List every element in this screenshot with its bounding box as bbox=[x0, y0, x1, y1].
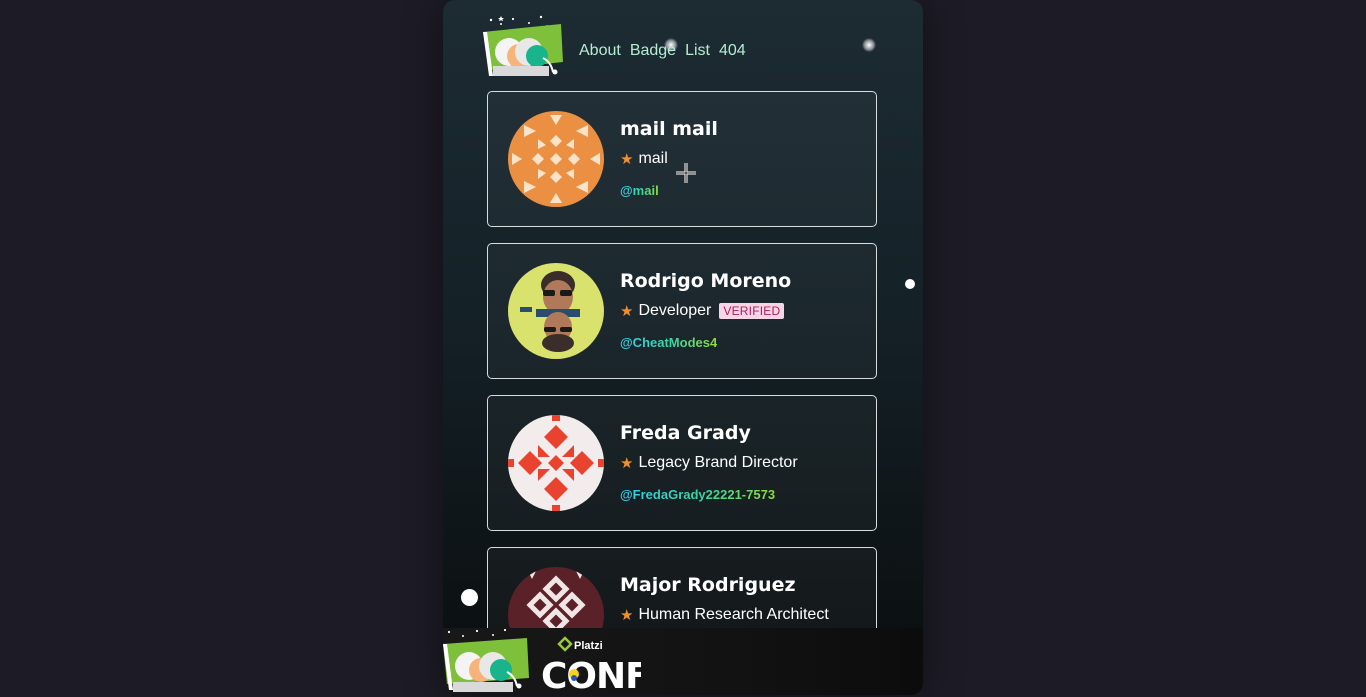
decorative-glow bbox=[862, 38, 876, 52]
star-icon: ★ bbox=[620, 455, 634, 472]
badge-job-title: mail bbox=[638, 150, 668, 167]
conf-logo-icon[interactable] bbox=[483, 14, 567, 78]
nav-link-badge[interactable]: Badge bbox=[630, 42, 676, 60]
avatar bbox=[508, 263, 604, 359]
cursor-crosshair-icon bbox=[676, 163, 696, 183]
conf-logo-icon bbox=[443, 628, 529, 692]
badge-twitter-handle[interactable]: @FredaGrady22221-7573 bbox=[620, 487, 775, 502]
badge-name: Freda Grady bbox=[620, 422, 751, 444]
badge-name: Major Rodriguez bbox=[620, 574, 796, 596]
badge-job-title: Legacy Brand Director bbox=[638, 454, 798, 471]
badge-name: mail mail bbox=[620, 118, 718, 140]
geometric-pattern-icon bbox=[508, 111, 604, 207]
badge-list-item[interactable]: Rodrigo Moreno ★ Developer VERIFIED @Che… bbox=[487, 243, 877, 379]
badge-title-row: ★ mail bbox=[620, 150, 668, 168]
badge-twitter-handle[interactable]: @CheatModes4 bbox=[620, 335, 717, 350]
main-nav: About Badge List 404 bbox=[579, 42, 746, 60]
badge-title-row: ★ Developer VERIFIED bbox=[620, 302, 785, 320]
footer-brand-large: CONF bbox=[541, 656, 641, 692]
nav-link-404[interactable]: 404 bbox=[719, 42, 746, 60]
badge-list-item[interactable]: Freda Grady ★ Legacy Brand Director @Fre… bbox=[487, 395, 877, 531]
geometric-pattern-icon bbox=[508, 415, 604, 511]
badge-job-title: Human Research Architect bbox=[638, 606, 829, 623]
badge-name: Rodrigo Moreno bbox=[620, 270, 792, 292]
badge-title-row: ★ Human Research Architect bbox=[620, 606, 829, 624]
badge-twitter-handle[interactable]: @mail bbox=[620, 183, 659, 198]
avatar bbox=[508, 415, 604, 511]
footer: Platzi CONF bbox=[443, 628, 923, 695]
star-icon: ★ bbox=[620, 607, 634, 624]
badge-job-title: Developer bbox=[638, 302, 712, 319]
star-icon: ★ bbox=[620, 151, 634, 168]
verified-badge: VERIFIED bbox=[719, 303, 785, 319]
badge-list-item[interactable]: mail mail ★ mail @mail bbox=[487, 91, 877, 227]
decorative-dot bbox=[461, 589, 478, 606]
nav-link-about[interactable]: About bbox=[579, 42, 621, 60]
badge-title-row: ★ Legacy Brand Director bbox=[620, 454, 798, 472]
avatar bbox=[508, 111, 604, 207]
user-photo-icon bbox=[508, 263, 604, 359]
badges-app-window: About Badge List 404 mail mail ★ mail @m… bbox=[443, 0, 923, 695]
platzi-conf-logo: Platzi CONF bbox=[541, 636, 641, 692]
footer-brand-small: Platzi bbox=[574, 640, 603, 652]
nav-link-list[interactable]: List bbox=[685, 42, 710, 60]
star-icon: ★ bbox=[620, 303, 634, 320]
decorative-dot bbox=[905, 279, 915, 289]
